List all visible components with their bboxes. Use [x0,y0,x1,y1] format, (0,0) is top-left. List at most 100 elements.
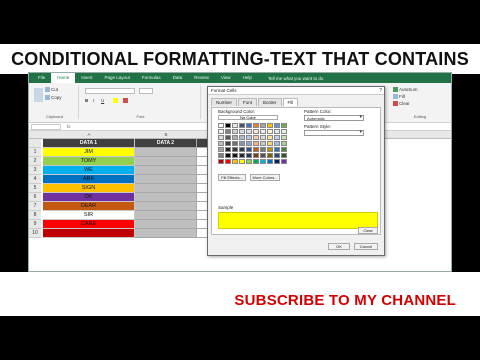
data-1-cell[interactable]: ARK [43,175,135,184]
color-swatch[interactable] [225,141,231,146]
cut-button[interactable]: Cut [45,87,58,93]
color-swatch[interactable] [274,153,280,158]
data-2-cell[interactable] [135,175,197,184]
color-swatch[interactable] [267,123,273,128]
color-swatch[interactable] [232,135,238,140]
tab-data[interactable]: Data [167,73,189,83]
color-swatch[interactable] [232,159,238,164]
color-swatch[interactable] [218,141,224,146]
row-number[interactable]: 8 [29,211,41,220]
color-swatch[interactable] [225,135,231,140]
name-box[interactable] [31,123,61,130]
data-1-cell[interactable]: CARE [43,220,135,229]
paste-icon[interactable] [34,88,43,102]
color-swatch[interactable] [239,123,245,128]
fx-icon[interactable]: fx [67,124,71,129]
color-swatch[interactable] [239,141,245,146]
tab-view[interactable]: View [215,73,237,83]
color-swatch[interactable] [218,147,224,152]
color-swatch[interactable] [232,147,238,152]
color-swatch[interactable] [281,153,287,158]
font-size-select[interactable] [139,88,153,94]
help-icon[interactable]: ? [379,87,382,95]
tell-me-search[interactable]: Tell me what you want to do [268,76,324,81]
color-swatch[interactable] [225,159,231,164]
color-swatch[interactable] [246,159,252,164]
data-2-cell[interactable] [135,157,197,166]
data-1-cell[interactable]: SIGN [43,184,135,193]
pattern-style-select[interactable] [304,130,364,136]
color-swatch[interactable] [225,153,231,158]
color-swatch[interactable] [253,123,259,128]
color-swatch[interactable] [246,123,252,128]
tab-formulas[interactable]: Formulas [136,73,167,83]
color-swatch[interactable] [253,141,259,146]
color-swatch[interactable] [232,141,238,146]
row-number[interactable]: 4 [29,175,41,184]
italic-button[interactable]: I [93,98,94,103]
tab-home[interactable]: Home [51,73,76,83]
color-swatch[interactable] [232,129,238,134]
row-number[interactable]: 9 [29,220,41,229]
tab-review[interactable]: Review [188,73,215,83]
clear-button[interactable]: Clear [393,101,410,107]
copy-button[interactable]: Copy [45,95,62,101]
color-swatch[interactable] [260,123,266,128]
data-2-cell[interactable] [135,202,197,211]
color-swatch[interactable] [260,141,266,146]
color-swatch[interactable] [281,159,287,164]
row-number[interactable]: 5 [29,184,41,193]
color-swatch[interactable] [274,147,280,152]
color-swatch[interactable] [239,129,245,134]
cancel-button[interactable]: Cancel [354,243,378,250]
data-1-cell[interactable]: DEAR [43,202,135,211]
data-2-cell[interactable] [135,220,197,229]
color-swatch[interactable] [274,159,280,164]
color-swatch[interactable] [218,135,224,140]
color-swatch[interactable] [246,135,252,140]
data-1-cell[interactable]: TOMY [43,157,135,166]
color-swatch[interactable] [239,153,245,158]
color-swatch[interactable] [225,129,231,134]
row-number[interactable]: 6 [29,193,41,202]
color-swatch[interactable] [225,147,231,152]
row-number[interactable]: 3 [29,166,41,175]
color-swatch[interactable] [260,129,266,134]
data-1-cell[interactable]: SIR [43,211,135,220]
data-2-cell[interactable] [135,166,197,175]
tab-number[interactable]: Number [211,98,238,106]
color-swatch[interactable] [246,129,252,134]
color-swatch[interactable] [239,159,245,164]
data-2-cell[interactable] [135,211,197,220]
color-swatch[interactable] [246,147,252,152]
color-swatch[interactable] [218,123,224,128]
color-swatch[interactable] [267,135,273,140]
color-swatch[interactable] [218,129,224,134]
header-data-2[interactable]: DATA 2 [135,139,197,148]
color-swatch[interactable] [274,129,280,134]
data-2-cell[interactable] [135,229,197,238]
color-swatch[interactable] [246,141,252,146]
pattern-color-select[interactable]: Automatic [304,115,364,121]
tab-fill[interactable]: Fill [282,98,299,106]
color-swatch[interactable] [267,159,273,164]
no-color-button[interactable]: No Color [218,115,278,120]
ok-button[interactable]: OK [328,243,350,250]
data-2-cell[interactable] [135,148,197,157]
color-swatch[interactable] [274,141,280,146]
data-2-cell[interactable] [135,184,197,193]
tab-font[interactable]: Font [238,98,258,106]
font-color-button[interactable] [123,98,129,104]
clear-fill-button[interactable]: Clear [358,227,378,234]
row-number[interactable]: 1 [29,148,41,157]
data-1-cell[interactable]: OK [43,193,135,202]
fill-color-button[interactable] [113,98,119,104]
row-number[interactable]: 10 [29,229,41,238]
row-number[interactable] [29,139,41,148]
row-number[interactable]: 7 [29,202,41,211]
row-number[interactable]: 2 [29,157,41,166]
bold-button[interactable]: B [85,98,88,103]
color-swatch[interactable] [253,153,259,158]
color-swatch[interactable] [218,153,224,158]
color-swatch[interactable] [239,135,245,140]
